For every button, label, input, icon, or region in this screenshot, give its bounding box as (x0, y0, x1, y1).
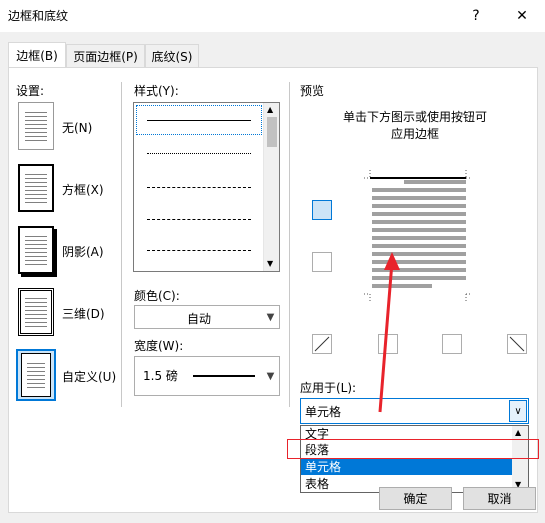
style-solid[interactable] (147, 120, 251, 121)
setting-none-label[interactable]: 无(N) (62, 119, 92, 136)
setting-3d-icon[interactable] (18, 288, 54, 336)
preview-heading: 预览 (300, 84, 325, 98)
tab-page-borders[interactable]: 页面边框(P) (66, 44, 145, 68)
top-border-button[interactable] (312, 200, 332, 220)
setting-custom-icon[interactable] (16, 349, 56, 401)
right-border-button[interactable] (442, 334, 462, 354)
chevron-down-icon[interactable]: ▼ (262, 306, 279, 328)
apply-to-value: 单元格 (305, 405, 342, 419)
column-divider-left (121, 82, 122, 407)
column-divider-right (289, 82, 290, 407)
color-select[interactable]: 自动 ▼ (134, 305, 280, 329)
style-scrollbar[interactable]: ▲ ▼ (263, 103, 279, 271)
scroll-thumb[interactable] (267, 117, 277, 147)
setting-shadow-icon[interactable] (18, 226, 54, 274)
setting-shadow-label[interactable]: 阴影(A) (62, 243, 104, 260)
width-select[interactable]: 1.5 磅 ▼ (134, 356, 280, 396)
bottom-border-button[interactable] (312, 252, 332, 272)
color-value: 自动 (186, 312, 211, 326)
setting-box-icon[interactable] (18, 164, 54, 212)
window-title: 边框和底纹 (8, 9, 69, 23)
setting-3d-label[interactable]: 三维(D) (62, 305, 105, 322)
diagonal-up-button[interactable] (312, 334, 332, 354)
style-dash-dot[interactable] (147, 250, 251, 251)
color-heading: 颜色(C): (134, 289, 180, 303)
ok-button[interactable]: 确定 (379, 487, 452, 510)
setting-custom-label[interactable]: 自定义(U) (62, 368, 116, 385)
setting-box-label[interactable]: 方框(X) (62, 181, 104, 198)
close-button[interactable]: ✕ (499, 0, 545, 32)
tab-shading[interactable]: 底纹(S) (145, 44, 199, 68)
dropdown-scrollbar[interactable]: ▲ ▼ (512, 426, 528, 492)
chevron-down-icon[interactable]: ∨ (509, 400, 527, 422)
highlight-box (287, 439, 539, 459)
diagonal-down-button[interactable] (507, 334, 527, 354)
scroll-down-icon[interactable]: ▼ (267, 259, 273, 268)
style-list[interactable]: ▲ ▼ (133, 102, 280, 272)
style-dotted[interactable] (147, 153, 251, 154)
cancel-button[interactable]: 取消 (463, 487, 536, 510)
setting-none-icon[interactable] (18, 102, 54, 150)
chevron-down-icon[interactable]: ▼ (262, 357, 279, 395)
preview-instruction-2: 应用边框 (390, 127, 439, 141)
annotation-arrow (378, 252, 400, 413)
scroll-up-icon[interactable]: ▲ (515, 428, 521, 437)
apply-to-dropdown[interactable]: 文字 段落 单元格 表格 ▲ ▼ (300, 425, 529, 493)
width-line-sample (193, 375, 255, 377)
style-dash[interactable] (147, 219, 251, 220)
apply-to-heading: 应用于(L): (300, 381, 357, 395)
help-button[interactable]: ? (453, 0, 499, 32)
preview-instruction-1: 单击下方图示或使用按钮可 (342, 110, 487, 124)
settings-heading: 设置: (16, 84, 45, 98)
width-heading: 宽度(W): (134, 339, 184, 353)
tab-borders[interactable]: 边框(B) (8, 42, 66, 68)
width-value: 1.5 磅 (143, 369, 178, 383)
scroll-up-icon[interactable]: ▲ (267, 105, 273, 114)
style-heading: 样式(Y): (134, 84, 179, 98)
apply-to-select[interactable]: 单元格 ∨ (300, 398, 529, 424)
option-cell[interactable]: 单元格 (301, 459, 513, 475)
style-small-dash[interactable] (147, 187, 251, 188)
